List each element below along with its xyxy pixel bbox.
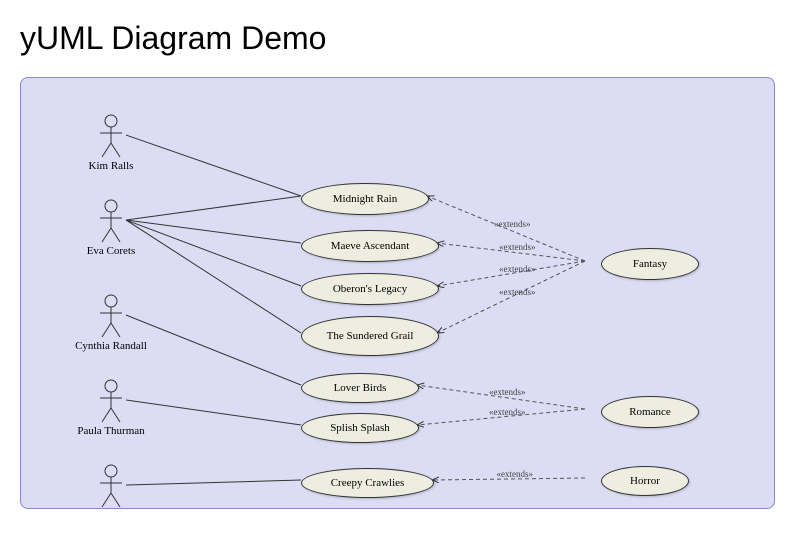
usecase-label: Horror — [630, 475, 660, 487]
association-line — [126, 196, 301, 220]
usecase-label: Creepy Crawlies — [331, 477, 405, 489]
usecase-label: Romance — [629, 406, 671, 418]
association-line — [126, 480, 301, 485]
extends-label: «extends» — [497, 469, 534, 479]
extends-label: «extends» — [499, 287, 536, 297]
actor-kim: Kim Ralls — [71, 113, 151, 172]
usecase-label: Maeve Ascendant — [331, 240, 410, 252]
stick-figure-icon — [96, 378, 126, 423]
page-title: yUML Diagram Demo — [20, 20, 773, 57]
association-line — [126, 400, 301, 425]
extends-label: «extends» — [499, 242, 536, 252]
actor-label: Kim Ralls — [71, 160, 151, 172]
diagram-canvas: Kim Ralls Eva Corets Cynthia Randall Pau… — [20, 77, 775, 509]
usecase-label: Midnight Rain — [333, 193, 397, 205]
stick-figure-icon — [96, 293, 126, 338]
usecase-grail: The Sundered Grail — [301, 316, 439, 356]
stick-figure-icon — [96, 463, 126, 508]
actor-paula: Paula Thurman — [71, 378, 151, 437]
association-line — [126, 220, 301, 333]
actor-label: Eva Corets — [71, 245, 151, 257]
usecase-splish: Splish Splash — [301, 413, 419, 443]
stick-figure-icon — [96, 198, 126, 243]
association-line — [126, 315, 301, 385]
usecase-label: Lover Birds — [334, 382, 387, 394]
association-line — [126, 135, 301, 196]
usecase-fantasy: Fantasy — [601, 248, 699, 280]
association-line — [126, 220, 301, 243]
usecase-label: Oberon's Legacy — [333, 283, 407, 295]
extends-label: «extends» — [489, 407, 526, 417]
extends-label: «extends» — [499, 264, 536, 274]
extends-label: «extends» — [494, 219, 531, 229]
actor-eva: Eva Corets — [71, 198, 151, 257]
usecase-lover: Lover Birds — [301, 373, 419, 403]
usecase-oberon: Oberon's Legacy — [301, 273, 439, 305]
extends-label: «extends» — [489, 387, 526, 397]
usecase-romance: Romance — [601, 396, 699, 428]
usecase-label: Splish Splash — [330, 422, 390, 434]
usecase-midnight: Midnight Rain — [301, 183, 429, 215]
usecase-maeve: Maeve Ascendant — [301, 230, 439, 262]
usecase-label: The Sundered Grail — [327, 330, 414, 342]
actor-cynthia: Cynthia Randall — [71, 293, 151, 352]
actor-anon — [71, 463, 151, 509]
usecase-label: Fantasy — [633, 258, 667, 270]
actor-label: Cynthia Randall — [71, 340, 151, 352]
usecase-horror: Horror — [601, 466, 689, 496]
association-line — [126, 220, 301, 286]
usecase-creepy: Creepy Crawlies — [301, 468, 434, 498]
stick-figure-icon — [96, 113, 126, 158]
actor-label: Paula Thurman — [71, 425, 151, 437]
